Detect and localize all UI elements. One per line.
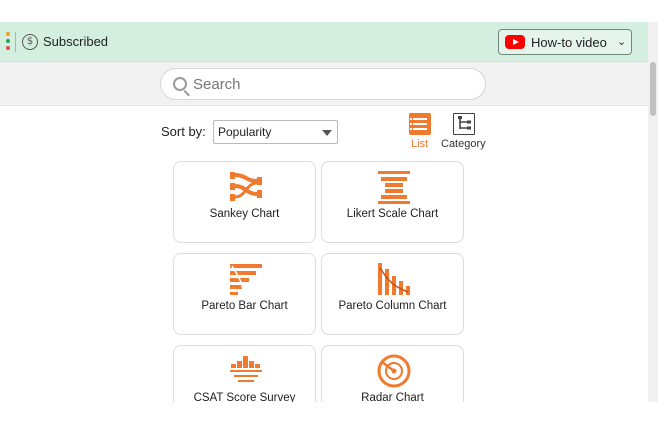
list-icon: [409, 113, 431, 135]
view-category-label: Category: [441, 138, 486, 150]
view-list-label: List: [411, 138, 429, 150]
chart-card-label: Pareto Bar Chart: [201, 300, 288, 312]
chart-card-label: Likert Scale Chart: [346, 208, 439, 220]
sort-by-label: Sort by:: [161, 124, 206, 139]
likert-scale-icon: [378, 171, 410, 204]
search-icon: [173, 77, 187, 91]
chart-card-pareto-bar[interactable]: Pareto Bar Chart: [173, 253, 316, 335]
view-category-button[interactable]: Category: [440, 113, 488, 151]
page-viewport: $ Subscribed How-to video ⌄ Sort by: Pop…: [0, 0, 648, 402]
chart-card-radar[interactable]: Radar Chart: [321, 345, 464, 402]
dollar-circle-icon: $: [22, 34, 38, 50]
sankey-chart-icon: [230, 172, 262, 201]
radar-chart-icon: [377, 354, 411, 388]
chart-card-label: Pareto Column Chart: [338, 300, 447, 312]
view-list-button[interactable]: List: [405, 113, 435, 151]
search-box[interactable]: [160, 68, 486, 100]
youtube-icon: [505, 35, 525, 49]
how-to-video-label: How-to video: [531, 35, 607, 50]
chart-card-label: Sankey Chart: [209, 208, 280, 220]
how-to-video-button[interactable]: How-to video ⌄: [498, 29, 632, 55]
search-input[interactable]: [193, 73, 473, 95]
csat-score-icon: [230, 356, 262, 382]
sort-by-select[interactable]: Popularity: [213, 120, 338, 144]
chart-card-csat[interactable]: CSAT Score Survey: [173, 345, 316, 402]
chart-card-sankey[interactable]: Sankey Chart: [173, 161, 316, 243]
search-band: [0, 62, 648, 106]
menu-dots-icon[interactable]: [6, 32, 10, 52]
chart-card-likert[interactable]: Likert Scale Chart: [321, 161, 464, 243]
scrollbar-thumb[interactable]: [650, 62, 656, 116]
caret-down-icon: [322, 130, 332, 136]
sort-selected-value: Popularity: [218, 125, 272, 139]
chart-card-label: CSAT Score Survey: [193, 392, 296, 402]
pareto-column-icon: [378, 263, 410, 295]
chart-card-pareto-column[interactable]: Pareto Column Chart: [321, 253, 464, 335]
scrollbar[interactable]: [648, 22, 658, 402]
pareto-bar-icon: [230, 264, 262, 296]
category-tree-icon: [453, 113, 475, 135]
divider: [15, 32, 16, 52]
chart-card-label: Radar Chart: [361, 392, 424, 402]
chevron-down-icon: ⌄: [617, 36, 627, 48]
top-bar: $ Subscribed How-to video ⌄: [0, 22, 648, 62]
subscribed-label: Subscribed: [43, 34, 109, 49]
